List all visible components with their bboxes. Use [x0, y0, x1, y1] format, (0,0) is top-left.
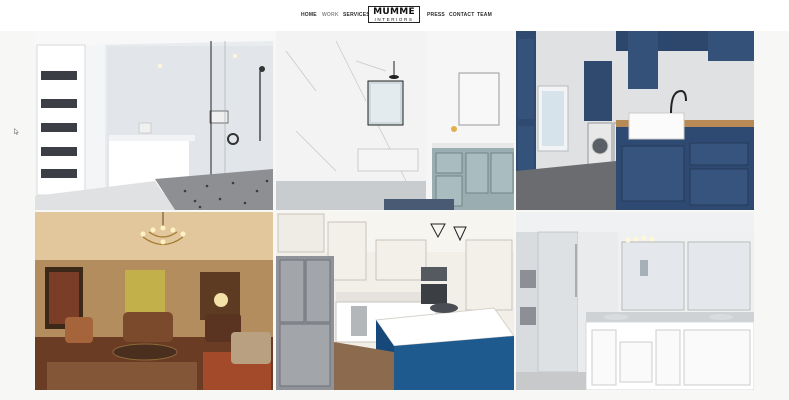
top-navigation-bar: HOME WORK SERVICES MUMME INTERIORS PRESS…: [0, 0, 789, 31]
nav-services[interactable]: SERVICES: [343, 12, 370, 18]
gallery-image-living-room-chandelier[interactable]: [35, 212, 273, 390]
nav-team[interactable]: TEAM: [477, 12, 492, 18]
gallery-image-bathroom-glass-shower-vanity[interactable]: [516, 212, 754, 390]
nav-home[interactable]: HOME: [301, 12, 317, 18]
gallery-image-laundry-room-navy-cabinets[interactable]: [516, 31, 754, 210]
gallery-image-bathroom-marble-shower[interactable]: [276, 31, 514, 210]
nav-work[interactable]: WORK: [322, 12, 339, 18]
site-logo[interactable]: MUMME INTERIORS: [368, 6, 420, 23]
gallery-image-bathroom-shower-tub[interactable]: [35, 31, 273, 210]
nav-contact[interactable]: CONTACT: [449, 12, 474, 18]
nav-press[interactable]: PRESS: [427, 12, 445, 18]
logo-subtitle: INTERIORS: [374, 17, 414, 22]
mouse-cursor-icon: [14, 128, 19, 135]
main-nav: HOME WORK SERVICES MUMME INTERIORS PRESS…: [0, 0, 789, 31]
gallery-image-kitchen-blue-island[interactable]: [276, 212, 514, 390]
logo-wordmark: MUMME: [373, 7, 415, 17]
